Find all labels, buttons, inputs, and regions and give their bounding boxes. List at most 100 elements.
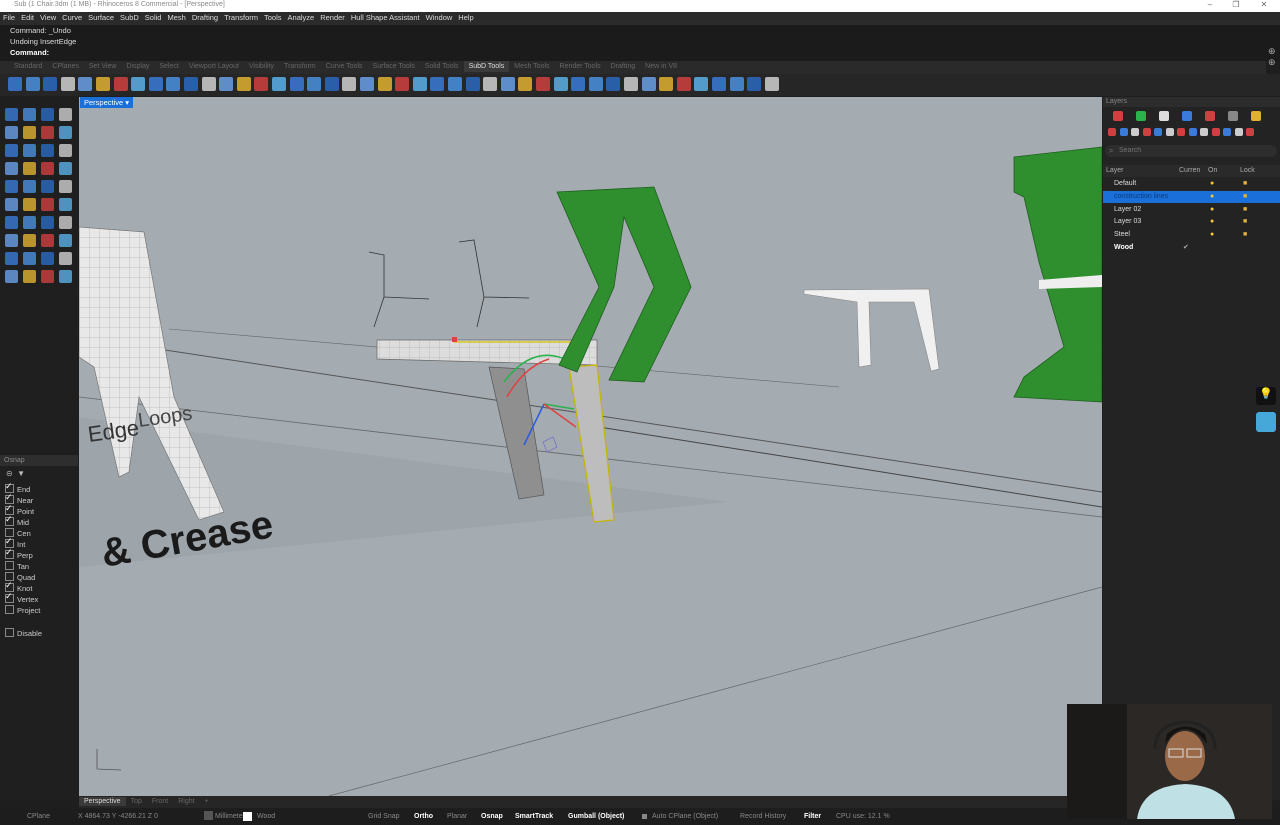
tool-icon[interactable] <box>41 270 54 283</box>
subd-tool-icon[interactable] <box>588 77 603 91</box>
status-record-history[interactable]: Record History <box>740 813 786 820</box>
layer-tool-icon[interactable] <box>1119 128 1128 136</box>
layer-lock-icon[interactable]: ■ <box>1243 229 1247 241</box>
subd-tool-icon[interactable] <box>500 77 515 91</box>
osnap-disable[interactable]: Disable <box>5 628 42 638</box>
subd-tool-icon[interactable] <box>8 77 22 91</box>
layer-tool-icon[interactable] <box>1108 128 1116 136</box>
subd-tool-icon[interactable] <box>694 77 709 91</box>
tool-icon[interactable] <box>59 234 72 247</box>
status-filter[interactable]: Filter <box>804 813 821 820</box>
tool-icon[interactable] <box>41 144 54 157</box>
tool-icon[interactable] <box>59 108 72 121</box>
minimize-button[interactable]: – <box>1200 0 1220 9</box>
tool-icon[interactable] <box>59 144 72 157</box>
layer-tool-icon[interactable] <box>1228 111 1238 121</box>
tool-icon[interactable] <box>41 198 54 211</box>
tool-icon[interactable] <box>41 252 54 265</box>
subd-tool-icon[interactable] <box>324 77 339 91</box>
subd-tool-icon[interactable] <box>219 77 234 91</box>
tool-icon[interactable] <box>5 234 18 247</box>
subd-tool-icon[interactable] <box>395 77 410 91</box>
status-ortho[interactable]: Ortho <box>414 813 433 820</box>
tab-subd-tools[interactable]: SubD Tools <box>463 61 510 72</box>
checkbox-icon[interactable] <box>5 547 14 559</box>
subd-tool-icon[interactable] <box>571 77 586 91</box>
subd-tool-icon[interactable] <box>96 77 110 91</box>
layer-on-bulb-icon[interactable]: ● <box>1210 191 1214 203</box>
subd-tool-icon[interactable] <box>536 77 550 91</box>
subd-tool-icon[interactable] <box>25 77 40 91</box>
status-gumball[interactable]: Gumball (Object) <box>568 813 624 820</box>
tool-icon[interactable] <box>5 198 18 211</box>
osnap-perp[interactable]: Perp <box>5 547 33 560</box>
status-layer[interactable]: Wood <box>257 813 275 820</box>
layer-tool-icon[interactable] <box>1154 128 1162 136</box>
tab-mesh-tools[interactable]: Mesh Tools <box>509 61 554 72</box>
subd-tool-icon[interactable] <box>430 77 445 91</box>
layer-tool-icon[interactable] <box>1165 128 1174 136</box>
tab-top[interactable]: Top <box>126 797 147 806</box>
tool-icon[interactable] <box>23 162 36 175</box>
subd-tool-icon[interactable] <box>148 77 163 91</box>
tab-standard[interactable]: Standard <box>0 61 47 72</box>
layer-tool-icon[interactable] <box>1177 128 1185 136</box>
checkbox-icon[interactable] <box>5 628 14 637</box>
subd-tool-icon[interactable] <box>201 77 216 91</box>
layer-tool-icon[interactable] <box>1182 111 1192 121</box>
layer-lock-icon[interactable]: ■ <box>1243 216 1247 228</box>
layer-row[interactable]: Layer 02 ● ■ <box>1103 204 1280 216</box>
layer-tool-icon[interactable] <box>1234 128 1243 136</box>
tool-icon[interactable] <box>23 216 36 229</box>
menu-edit[interactable]: Edit <box>18 12 37 23</box>
osnap-mid[interactable]: Mid <box>5 514 29 527</box>
tool-icon[interactable] <box>5 126 18 139</box>
menu-window[interactable]: Window <box>423 12 456 23</box>
menu-file[interactable]: File <box>0 12 18 23</box>
tab-visibility[interactable]: Visibility <box>244 61 279 72</box>
menu-drafting[interactable]: Drafting <box>189 12 221 23</box>
layer-tool-icon[interactable] <box>1142 128 1151 136</box>
layer-on-bulb-icon[interactable]: ● <box>1210 204 1214 216</box>
subd-tool-icon[interactable] <box>236 77 251 91</box>
auto-cplane-checkbox[interactable] <box>642 814 647 819</box>
tab-cplanes[interactable]: CPlanes <box>47 61 83 72</box>
tool-icon[interactable] <box>23 180 36 193</box>
layer-tool-icon[interactable] <box>1159 111 1169 121</box>
menu-analyze[interactable]: Analyze <box>285 12 318 23</box>
layer-tool-icon[interactable] <box>1188 128 1197 136</box>
menu-tools[interactable]: Tools <box>261 12 285 23</box>
subd-tool-icon[interactable] <box>166 77 181 91</box>
viewport-label[interactable]: Perspective ▾ <box>80 97 134 108</box>
filter-icon[interactable]: ⊝ ▼ <box>6 469 25 478</box>
layer-tool-icon[interactable] <box>1223 128 1231 136</box>
tab-drafting[interactable]: Drafting <box>606 61 641 72</box>
tool-icon[interactable] <box>59 252 72 265</box>
checkbox-icon[interactable] <box>5 561 14 570</box>
tool-icon[interactable] <box>5 252 18 265</box>
tab-transform[interactable]: Transform <box>279 61 321 72</box>
subd-tool-icon[interactable] <box>676 77 691 91</box>
tool-icon[interactable] <box>5 144 18 157</box>
tool-icon[interactable] <box>59 216 72 229</box>
layer-lock-icon[interactable]: ■ <box>1243 204 1247 216</box>
subd-tool-icon[interactable] <box>360 77 374 91</box>
subd-tool-icon[interactable] <box>272 77 286 91</box>
osnap-vertex[interactable]: Vertex <box>5 591 38 604</box>
tool-icon[interactable] <box>23 252 36 265</box>
menu-view[interactable]: View <box>37 12 59 23</box>
layer-lock-icon[interactable]: ■ <box>1243 191 1247 203</box>
menu-curve[interactable]: Curve <box>59 12 85 23</box>
command-prompt[interactable]: Command: <box>0 47 1280 58</box>
menu-mesh[interactable]: Mesh <box>164 12 188 23</box>
subd-tool-icon[interactable] <box>712 77 726 91</box>
subd-tool-icon[interactable] <box>342 77 357 91</box>
tool-icon[interactable] <box>23 126 36 139</box>
subd-tool-icon[interactable] <box>78 77 93 91</box>
layer-tool-icon[interactable] <box>1113 111 1123 121</box>
menu-subd[interactable]: SubD <box>117 12 142 23</box>
tool-icon[interactable] <box>5 270 18 283</box>
tool-icon[interactable] <box>41 216 54 229</box>
tab-display[interactable]: Display <box>121 61 154 72</box>
subd-tool-icon[interactable] <box>60 77 75 91</box>
